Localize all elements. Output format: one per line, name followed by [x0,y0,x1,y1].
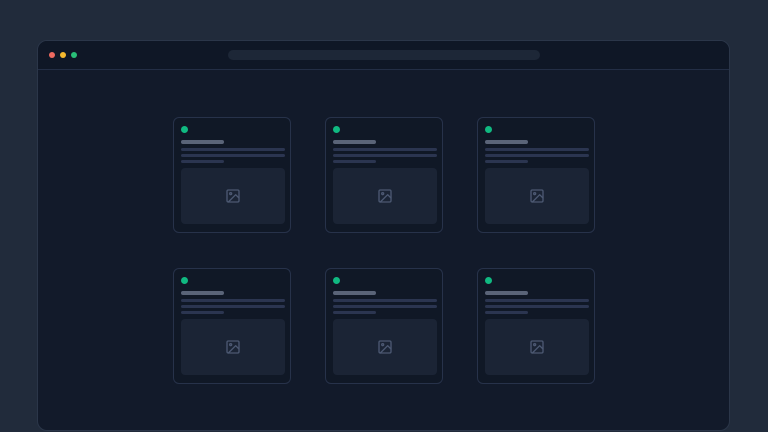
image-icon [529,339,545,355]
card-title-placeholder [181,140,224,144]
card-title-placeholder [485,291,528,295]
window-content [38,70,729,384]
image-icon [225,188,241,204]
card-text-line-placeholder [333,160,376,163]
card-text-line-placeholder [181,148,285,151]
status-dot-icon [333,277,340,284]
card-image-placeholder [333,319,437,375]
card[interactable] [173,117,291,233]
card-text-line-placeholder [181,305,285,308]
card[interactable] [477,117,595,233]
image-icon [529,188,545,204]
browser-window [37,40,730,431]
card-text-line-placeholder [485,154,589,157]
card[interactable] [325,268,443,384]
maximize-button[interactable] [71,52,77,58]
status-dot-icon [485,277,492,284]
card-title-placeholder [333,140,376,144]
card-text-line-placeholder [485,305,589,308]
close-button[interactable] [49,52,55,58]
card-text-line-placeholder [333,311,376,314]
status-dot-icon [181,126,188,133]
card-text-line-placeholder [181,299,285,302]
card[interactable] [325,117,443,233]
card-text-line-placeholder [485,299,589,302]
image-icon [377,188,393,204]
card-title-placeholder [333,291,376,295]
card-image-placeholder [181,319,285,375]
card-grid [38,117,729,384]
card-title-placeholder [181,291,224,295]
card-text-line-placeholder [181,160,224,163]
status-dot-icon [485,126,492,133]
card-image-placeholder [485,168,589,224]
image-icon [225,339,241,355]
card-text-line-placeholder [485,160,528,163]
minimize-button[interactable] [60,52,66,58]
card-text-line-placeholder [485,148,589,151]
address-bar[interactable] [228,50,540,60]
card[interactable] [173,268,291,384]
card[interactable] [477,268,595,384]
card-text-line-placeholder [333,148,437,151]
card-text-line-placeholder [485,311,528,314]
status-dot-icon [181,277,188,284]
card-image-placeholder [485,319,589,375]
card-image-placeholder [333,168,437,224]
status-dot-icon [333,126,340,133]
card-title-placeholder [485,140,528,144]
traffic-lights [38,52,77,58]
window-titlebar[interactable] [38,41,729,70]
card-text-line-placeholder [333,154,437,157]
card-text-line-placeholder [181,311,224,314]
card-text-line-placeholder [333,299,437,302]
card-image-placeholder [181,168,285,224]
image-icon [377,339,393,355]
card-text-line-placeholder [181,154,285,157]
card-text-line-placeholder [333,305,437,308]
